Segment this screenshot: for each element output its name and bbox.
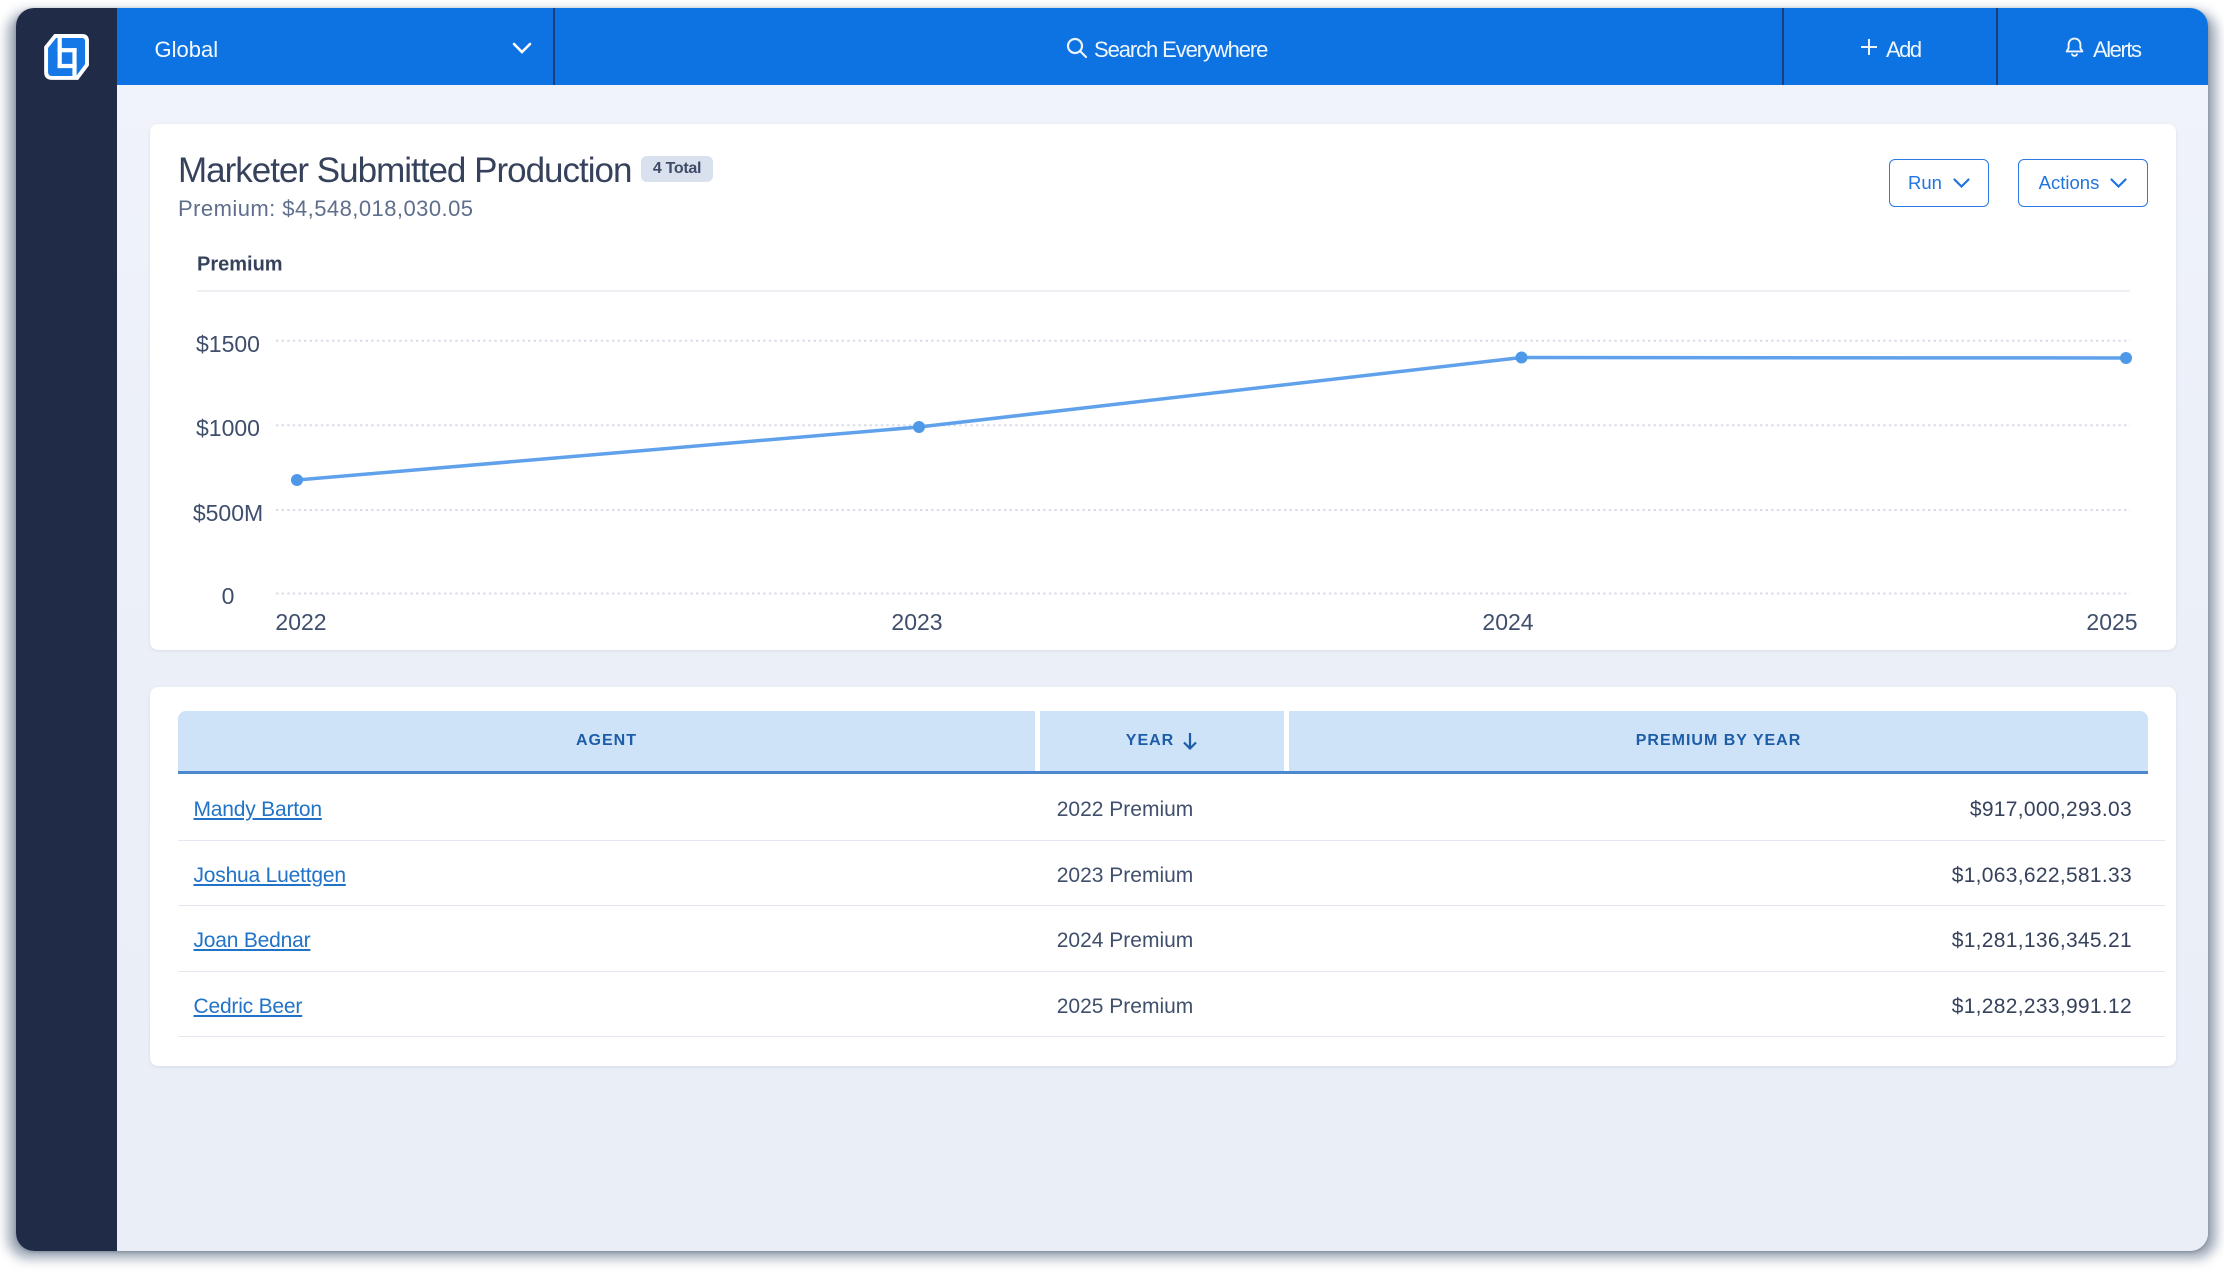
svg-text:2023: 2023: [891, 609, 942, 635]
svg-text:$1500: $1500: [196, 331, 260, 357]
svg-text:0: 0: [222, 583, 235, 609]
svg-text:Premium: Premium: [197, 254, 283, 276]
svg-text:2024: 2024: [1482, 609, 1533, 635]
svg-text:2025: 2025: [2086, 609, 2137, 635]
svg-text:$500M: $500M: [193, 500, 263, 526]
svg-text:$1000: $1000: [196, 415, 260, 441]
svg-text:2022: 2022: [275, 609, 326, 635]
